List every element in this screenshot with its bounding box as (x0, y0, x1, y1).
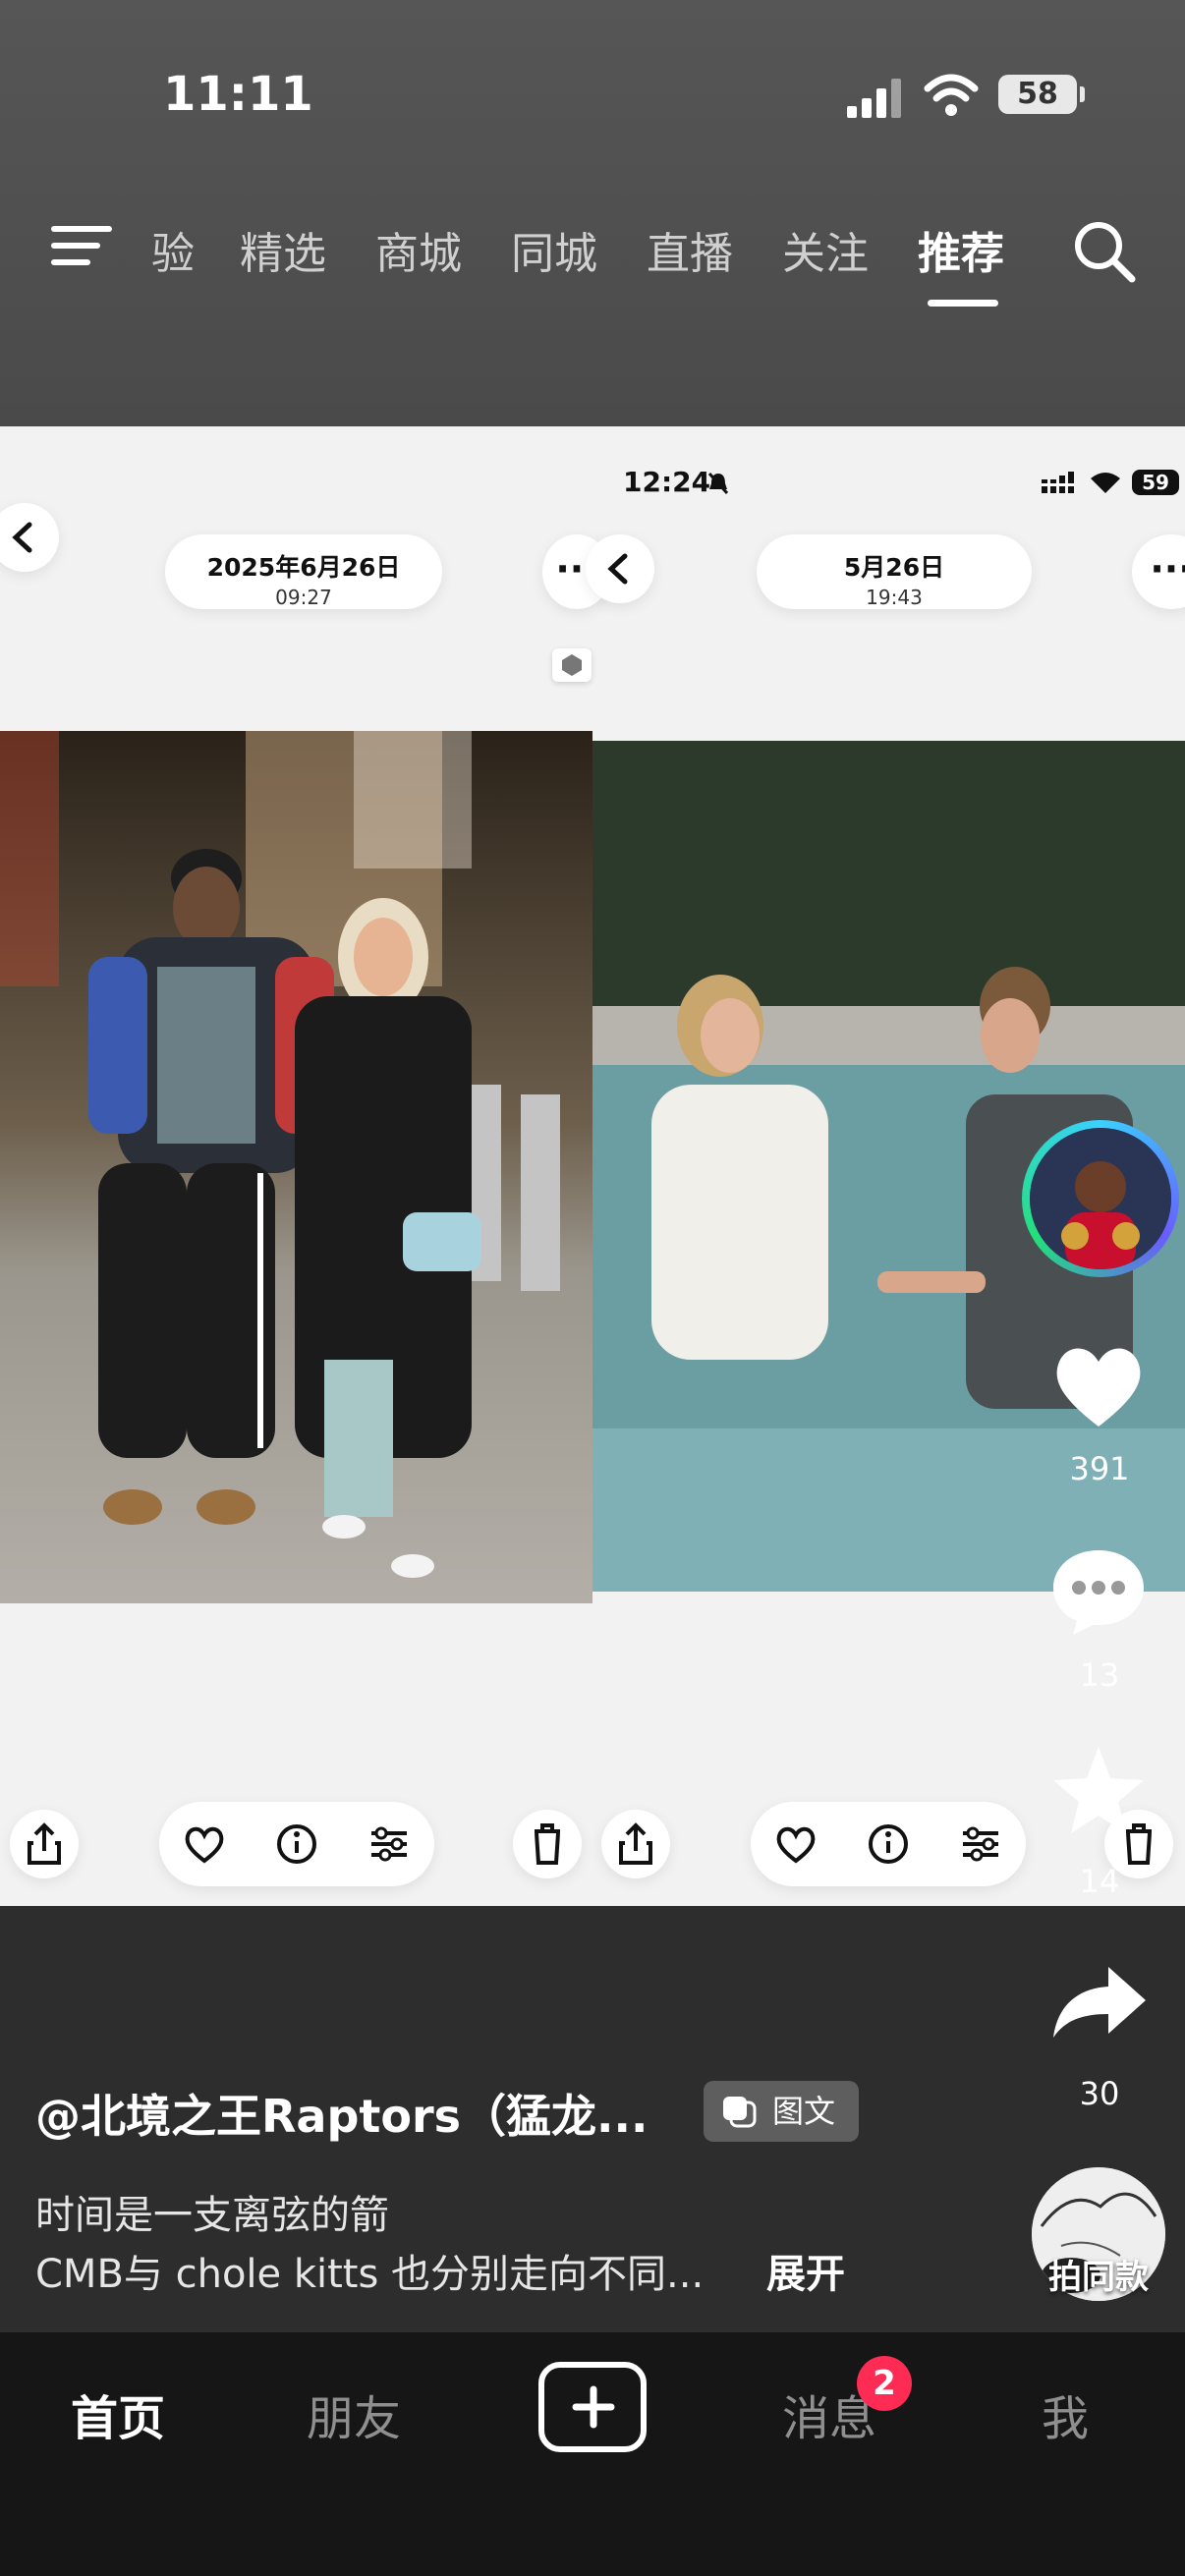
favorite-star-icon[interactable] (1049, 1743, 1148, 1837)
same-style-label[interactable]: 拍同款 (1012, 2250, 1185, 2298)
left-info-icon[interactable] (271, 1820, 322, 1869)
create-post-button[interactable] (538, 2362, 647, 2452)
right-info-icon[interactable] (863, 1820, 914, 1869)
tab-live[interactable]: 直播 (647, 218, 733, 281)
menu-icon[interactable] (51, 222, 112, 269)
right-back-button[interactable] (586, 534, 654, 603)
author-avatar[interactable] (1022, 1120, 1179, 1277)
like-count: 391 (1069, 1450, 1130, 1487)
like-heart-icon[interactable] (1049, 1338, 1148, 1432)
app-screen: 11:11 58 验 精选 商城 同城 直播 关注 推荐 12:24 59 20… (0, 0, 1185, 2576)
nav-me[interactable]: 我 (987, 2380, 1144, 2448)
active-tab-indicator (928, 300, 998, 307)
right-heart-icon[interactable] (770, 1820, 821, 1869)
left-back-button[interactable] (0, 503, 59, 572)
post-image[interactable]: 12:24 59 2025年6月26日 09:27 ··· 5月26日 19:4… (0, 426, 1185, 1906)
tab-local[interactable]: 同城 (511, 218, 597, 281)
left-photo (0, 731, 592, 1603)
inner-battery: 59 (1132, 470, 1179, 495)
right-time: 19:43 (866, 586, 923, 609)
battery-indicator: 58 (998, 75, 1085, 114)
left-share-button[interactable] (10, 1810, 79, 1878)
image-text-icon (723, 2097, 757, 2128)
left-adjust-icon[interactable] (364, 1820, 415, 1869)
search-icon[interactable] (1071, 218, 1138, 285)
post-type-badge: 图文 (704, 2081, 859, 2142)
nav-friends[interactable]: 朋友 (275, 2380, 432, 2448)
message-badge: 2 (857, 2356, 912, 2411)
caption-line-2: CMB与 chole kitts 也分别走向不同... (35, 2252, 705, 2297)
status-time: 11:11 (163, 67, 313, 122)
cube-icon (552, 648, 592, 682)
top-header: 11:11 58 验 精选 商城 同城 直播 关注 推荐 (0, 0, 1185, 426)
bottom-nav: 首页 朋友 消息 2 我 (0, 2332, 1185, 2576)
tab-featured[interactable]: 精选 (240, 218, 326, 281)
right-more-button[interactable]: ··· (1132, 534, 1185, 609)
author-name[interactable]: @北境之王Raptors（猛龙... (35, 2081, 648, 2146)
bell-muted-icon (707, 472, 729, 495)
nav-home[interactable]: 首页 (39, 2380, 197, 2448)
tab-following[interactable]: 关注 (782, 218, 869, 281)
expand-caption-button[interactable]: 展开 (766, 2242, 845, 2299)
right-date: 5月26日 (843, 553, 945, 582)
post-type-label: 图文 (772, 2093, 836, 2130)
right-toolbar (751, 1802, 1026, 1886)
inner-wifi-icon (1091, 473, 1120, 493)
share-arrow-icon[interactable] (1051, 1963, 1148, 2042)
left-time: 09:27 (275, 586, 332, 609)
left-heart-icon[interactable] (179, 1820, 230, 1869)
tab-mall[interactable]: 商城 (375, 218, 462, 281)
left-delete-button[interactable] (513, 1810, 582, 1878)
left-date-pill: 2025年6月26日 09:27 (165, 534, 442, 609)
caption-line-1: 时间是一支离弦的箭 (35, 2193, 389, 2238)
inner-status-time: 12:24 (623, 466, 711, 498)
cellular-signal-icon (847, 79, 902, 118)
comment-icon[interactable] (1049, 1544, 1148, 1639)
wifi-icon (924, 74, 979, 116)
tab-recommended[interactable]: 推荐 (918, 218, 1004, 281)
right-date-pill: 5月26日 19:43 (757, 534, 1032, 609)
tab-partial[interactable]: 验 (151, 218, 195, 281)
favorite-count: 14 (1079, 1863, 1120, 1900)
right-adjust-icon[interactable] (955, 1820, 1006, 1869)
left-date: 2025年6月26日 (206, 553, 401, 582)
left-toolbar (159, 1802, 434, 1886)
plus-icon (572, 2385, 615, 2429)
share-count: 30 (1079, 2075, 1120, 2112)
right-share-button[interactable] (601, 1810, 670, 1878)
comment-count: 13 (1079, 1656, 1120, 1694)
